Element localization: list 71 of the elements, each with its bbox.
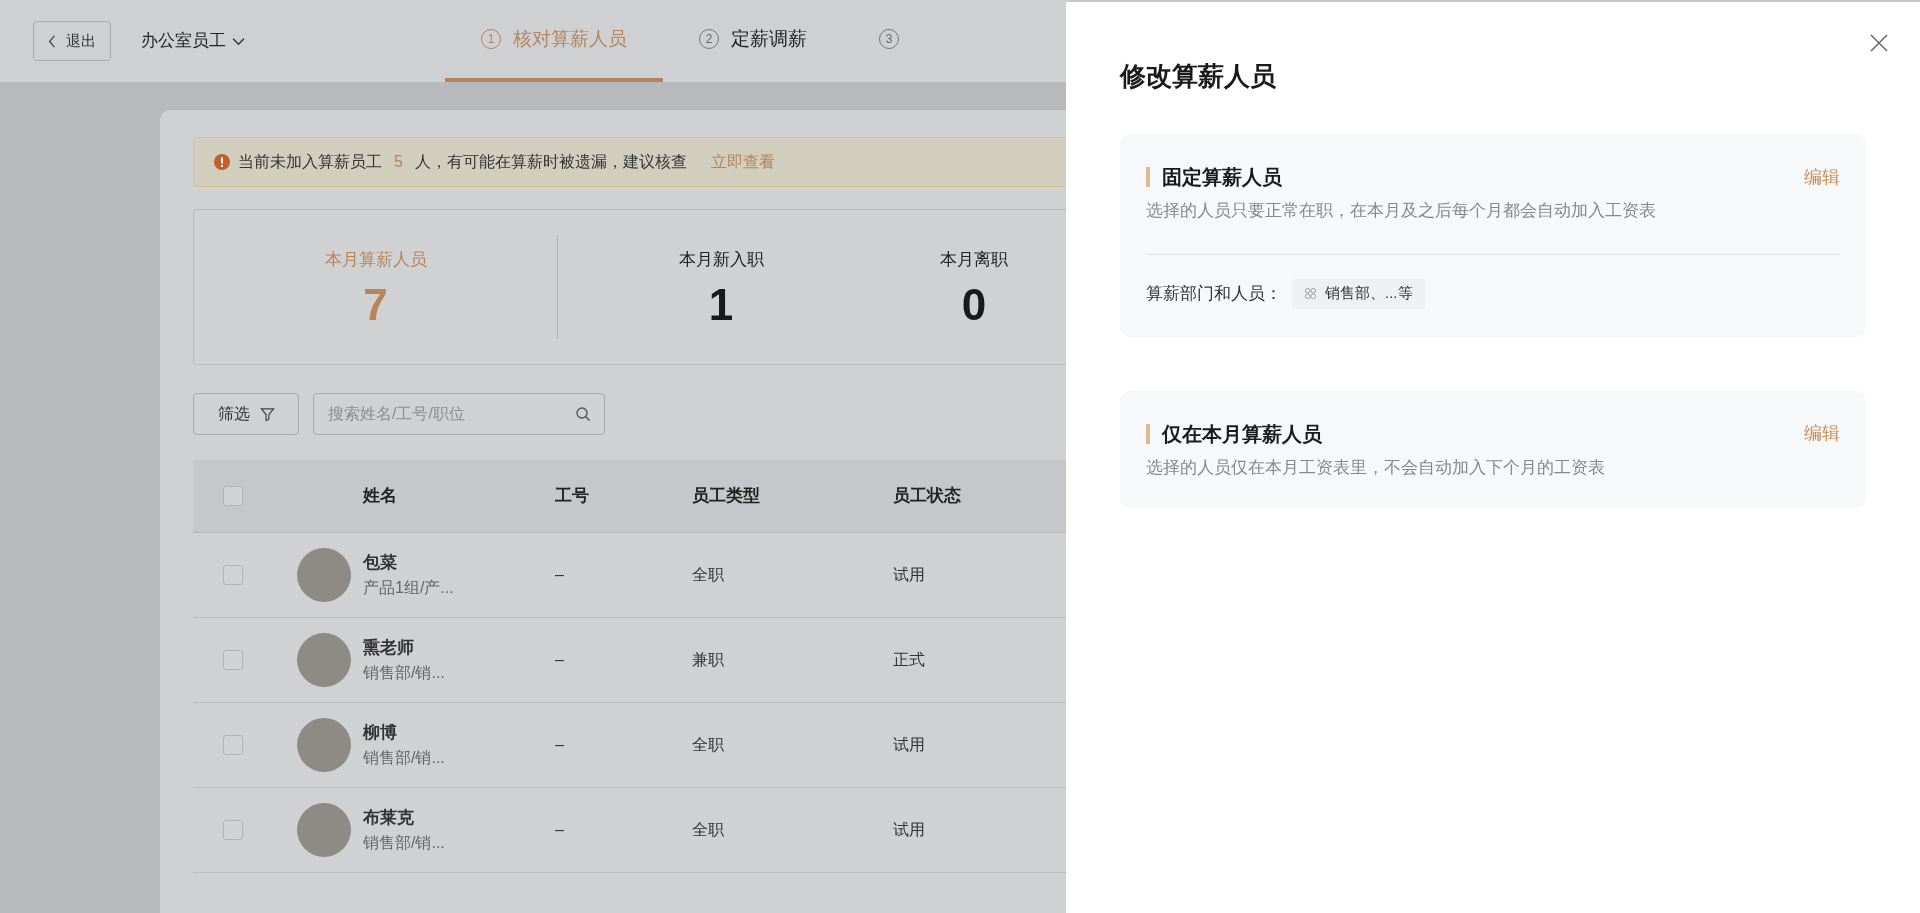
chevron-left-icon [48,34,56,48]
employee-name: 包菜 [363,552,398,575]
search-field[interactable]: 搜索姓名/工号/职位 [313,393,605,435]
group-icon [1304,287,1317,300]
avatar-photo-placeholder [297,718,351,772]
table-cell: 全职 [692,736,724,753]
step-tab[interactable]: 1 核对算薪人员 [445,0,663,82]
edit-link[interactable]: 编辑 [1804,420,1840,447]
close-button[interactable] [1868,32,1890,54]
search-icon [575,406,591,422]
checkbox[interactable] [223,565,243,585]
checkbox[interactable] [223,820,243,840]
checkbox[interactable] [223,735,243,755]
employee-department: 销售部/销... [363,662,446,683]
back-button[interactable]: 退出 [33,21,111,61]
group-dropdown[interactable]: 办公室员工 [141,28,245,54]
column-header: 员工状态 [893,486,961,506]
step-label: 定薪调薪 [731,26,807,51]
section-description: 选择的人员只要正常在职，在本月及之后每个月都会自动加入工资表 [1146,200,1657,222]
department-tag: 销售部、...等 [1292,278,1425,309]
column-header: 员工类型 [692,486,760,506]
chevron-down-icon [232,36,245,46]
checkbox[interactable] [223,650,243,670]
table-cell: 试用 [893,566,925,583]
step-label: 核对算薪人员 [513,26,627,51]
alert-icon [214,154,230,170]
section-description: 选择的人员仅在本月工资表里，不会自动加入下个月的工资表 [1146,456,1606,479]
accent-bar [1146,423,1150,444]
alert-text: 人，有可能在算薪时被遗漏，建议核查 [414,152,687,172]
table-cell: 全职 [692,566,724,583]
table-cell: – [555,566,564,583]
employee-department: 产品1组/产... [363,577,455,598]
filter-button[interactable]: 筛选 [193,393,299,435]
stat-label: 本月离职 [940,249,1008,272]
avatar-photo-placeholder [297,803,351,857]
table-cell: 试用 [893,736,925,753]
employee-name: 熏老师 [363,637,415,660]
avatar-photo-placeholder [297,548,351,602]
edit-link[interactable]: 编辑 [1804,163,1840,191]
employee-name: 柳博 [363,722,398,745]
section-title: 仅在本月算薪人员 [1162,421,1322,447]
field-label: 算薪部门和人员： [1146,282,1282,305]
employee-department: 销售部/销... [363,747,446,768]
alert-count: 5 [394,152,403,172]
table-cell: – [555,651,564,668]
stat-value: 7 [363,282,388,327]
avatar-photo-placeholder [297,633,351,687]
employee-department: 销售部/销... [363,832,446,853]
drawer-title: 修改算薪人员 [1120,60,1277,93]
stat-value: 0 [961,282,987,327]
filter-icon [259,406,275,422]
table-cell: 试用 [893,821,925,838]
stat-label: 本月算薪人员 [324,249,427,272]
stat-value: 1 [708,282,734,327]
employee-name: 布莱克 [363,807,415,830]
step-tab[interactable]: 3 [843,0,935,82]
table-cell: 正式 [893,651,925,668]
stat-label: 本月新入职 [678,249,764,272]
table-cell: – [555,821,564,838]
table-cell: – [555,736,564,753]
accent-bar [1146,167,1150,187]
table-cell: 全职 [692,821,724,838]
section-title: 固定算薪人员 [1162,165,1282,190]
column-header: 姓名 [363,486,397,506]
checkbox[interactable] [223,486,243,506]
table-cell: 兼职 [692,651,724,668]
column-header: 工号 [555,486,589,506]
step-tab[interactable]: 2 定薪调薪 [663,0,843,82]
alert-text: 当前未加入算薪员工 [238,152,382,172]
close-icon [1870,34,1888,52]
view-now-link[interactable]: 立即查看 [710,150,775,174]
